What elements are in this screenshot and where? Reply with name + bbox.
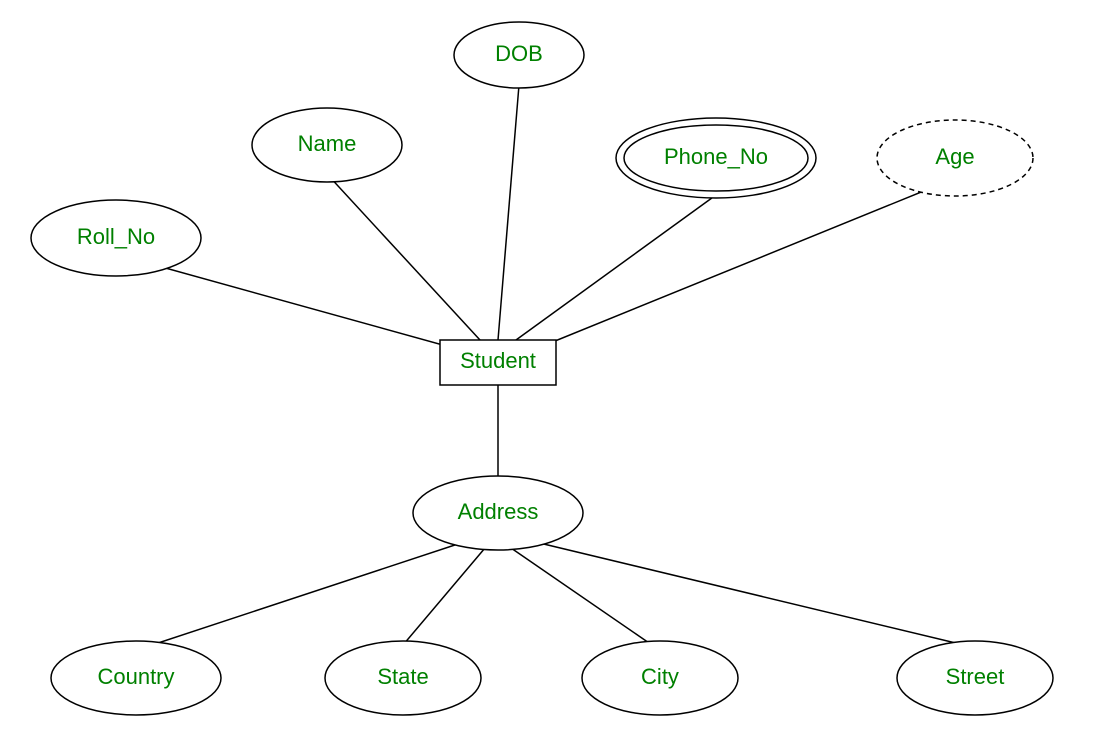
attribute-state-label: State bbox=[377, 664, 428, 689]
entity-student: Student bbox=[440, 340, 556, 385]
edge-student-phoneno bbox=[516, 195, 716, 340]
attribute-state: State bbox=[325, 641, 481, 715]
attribute-name: Name bbox=[252, 108, 402, 182]
attribute-street: Street bbox=[897, 641, 1053, 715]
edge-address-city bbox=[511, 548, 652, 645]
attribute-address: Address bbox=[413, 476, 583, 550]
attribute-rollno-label: Roll_No bbox=[77, 224, 155, 249]
attribute-street-label: Street bbox=[946, 664, 1005, 689]
attribute-dob: DOB bbox=[454, 22, 584, 88]
attribute-city-label: City bbox=[641, 664, 679, 689]
attribute-address-label: Address bbox=[458, 499, 539, 524]
attribute-phoneno: Phone_No bbox=[616, 118, 816, 198]
attribute-phoneno-label: Phone_No bbox=[664, 144, 768, 169]
attribute-age: Age bbox=[877, 120, 1033, 196]
edge-address-street bbox=[527, 540, 964, 645]
attribute-age-label: Age bbox=[935, 144, 974, 169]
attribute-city: City bbox=[582, 641, 738, 715]
edge-student-dob bbox=[498, 85, 519, 340]
attribute-country-label: Country bbox=[97, 664, 174, 689]
edge-student-name bbox=[327, 174, 480, 340]
attribute-dob-label: DOB bbox=[495, 41, 543, 66]
entity-student-label: Student bbox=[460, 348, 536, 373]
attribute-name-label: Name bbox=[298, 131, 357, 156]
edge-address-country bbox=[152, 540, 470, 645]
edge-address-state bbox=[403, 548, 485, 645]
attribute-country: Country bbox=[51, 641, 221, 715]
edge-student-age bbox=[528, 186, 936, 352]
er-diagram: DOB Name Phone_No Age Roll_No Student Ad… bbox=[0, 0, 1112, 753]
attribute-rollno: Roll_No bbox=[31, 200, 201, 276]
